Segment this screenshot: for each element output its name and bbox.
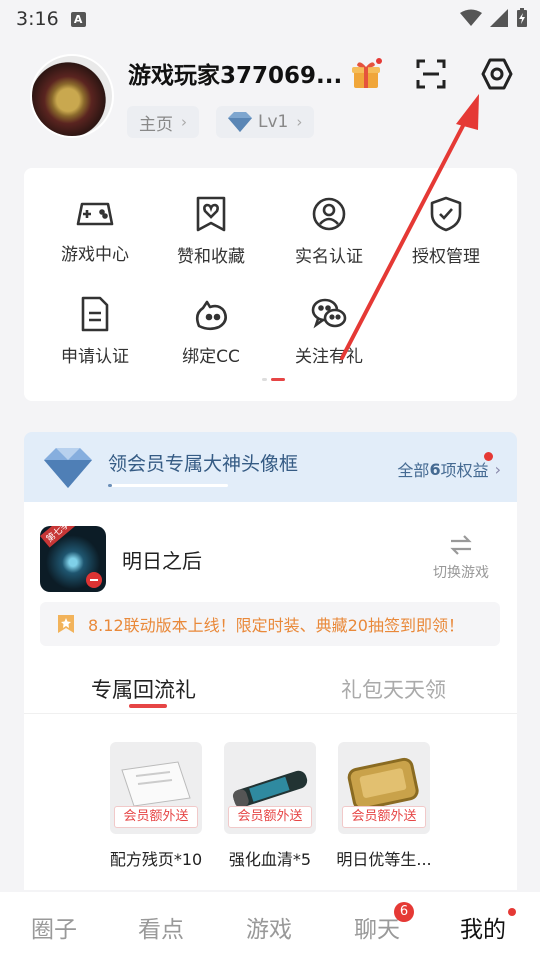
service-label: 赞和收藏	[177, 247, 245, 267]
vip-banner[interactable]: 领会员专属大神头像框 全部 6 项权益 ›	[24, 432, 517, 502]
battery-icon	[517, 8, 527, 27]
status-time: 3:16	[16, 8, 59, 30]
game-notice-text: 8.12联动版本上线！限定时装、典藏20抽签到即领！	[88, 616, 464, 635]
swap-icon	[450, 535, 472, 555]
notification-dot	[484, 452, 493, 461]
game-icon[interactable]: 第七季	[40, 526, 106, 592]
gift-tag: 会员额外送	[228, 806, 312, 828]
nav-chat[interactable]: 聊天	[354, 910, 400, 944]
diamond-icon	[228, 112, 252, 132]
service-label: 关注有礼	[295, 347, 363, 367]
services-card: 游戏中心 赞和收藏 实名认证 授权管理 申请认证 绑定CC 关注有礼	[24, 168, 517, 401]
service-real-name[interactable]: 实名认证	[270, 196, 388, 267]
vip-progress	[108, 484, 228, 487]
settings-button[interactable]	[477, 54, 517, 94]
username[interactable]: 游戏玩家377069...	[128, 56, 342, 90]
gift-item[interactable]: 会员额外送 明日优等生...	[336, 742, 432, 870]
switch-game-label: 切换游戏	[433, 565, 489, 581]
gift-tabs: 专属回流礼 礼包天天领	[24, 668, 517, 714]
nav-me[interactable]: 我的	[460, 910, 506, 944]
status-icons	[460, 8, 528, 28]
settings-icon	[481, 58, 513, 90]
gift-image: 会员额外送	[338, 742, 430, 834]
document-icon	[81, 296, 109, 332]
game-notice[interactable]: 8.12联动版本上线！限定时装、典藏20抽签到即领！	[40, 602, 500, 646]
vip-progress-fill	[108, 484, 112, 487]
gift-image: 会员额外送	[224, 742, 316, 834]
wifi-icon	[460, 9, 482, 26]
service-label: 申请认证	[61, 347, 129, 367]
shield-check-icon	[430, 196, 462, 232]
user-circle-icon	[312, 197, 346, 231]
service-likes-favorites[interactable]: 赞和收藏	[152, 196, 270, 267]
service-follow-gift[interactable]: 关注有礼	[270, 296, 388, 367]
gift-tag: 会员额外送	[114, 806, 198, 828]
scan-icon	[416, 59, 446, 89]
gift-tag: 会员额外送	[342, 806, 426, 828]
status-indicator: A	[70, 11, 86, 27]
gift-name: 明日优等生...	[336, 850, 432, 869]
avatar[interactable]	[30, 54, 114, 138]
signal-icon	[490, 9, 508, 27]
page-indicator	[262, 378, 285, 381]
netease-logo-icon	[86, 572, 102, 588]
service-bind-cc[interactable]: 绑定CC	[152, 296, 270, 367]
gift-name: 强化血清*5	[228, 850, 312, 869]
scan-button[interactable]	[411, 54, 451, 94]
level-link[interactable]: Lv1 ›	[216, 106, 315, 138]
nav-highlights[interactable]: 看点	[138, 910, 184, 944]
gift-button[interactable]	[346, 54, 386, 94]
page-dot-active	[271, 378, 285, 381]
gamepad-icon	[76, 202, 114, 226]
bookmark-star-icon	[58, 615, 74, 633]
vip-diamond-icon	[44, 448, 92, 488]
nav-circle[interactable]: 圈子	[31, 910, 77, 944]
tab-return-gift[interactable]: 专属回流礼	[91, 674, 196, 704]
home-link[interactable]: 主页 ›	[127, 106, 199, 138]
gift-item[interactable]: 会员额外送 配方残页*10	[110, 742, 202, 870]
bottom-nav: 圈子 看点 游戏 聊天 6 我的	[0, 892, 540, 960]
wechat-icon	[311, 298, 347, 329]
game-season-badge: 第七季	[40, 526, 75, 548]
chevron-right-icon: ›	[494, 459, 501, 479]
tab-underline	[129, 704, 167, 708]
chevron-right-icon: ›	[181, 113, 187, 131]
gift-image: 会员额外送	[110, 742, 202, 834]
home-link-label: 主页	[139, 114, 173, 135]
gift-icon	[352, 58, 382, 88]
service-label: 游戏中心	[61, 245, 129, 265]
cc-icon	[195, 300, 227, 331]
gift-name: 配方残页*10	[109, 850, 203, 869]
vip-link-count: 6	[429, 459, 441, 479]
game-name: 明日之后	[122, 549, 202, 573]
switch-game-button[interactable]: 切换游戏	[433, 534, 489, 582]
chat-unread-badge: 6	[394, 902, 414, 922]
page-dot	[262, 378, 267, 381]
service-apply-cert[interactable]: 申请认证	[36, 296, 154, 367]
game-card: 第七季 明日之后 切换游戏 8.12联动版本上线！限定时装、典藏20抽签到即领！…	[24, 502, 517, 890]
vip-link-suffix: 项权益	[440, 461, 489, 480]
vip-all-benefits-link[interactable]: 全部 6 项权益 ›	[397, 457, 501, 481]
gift-item[interactable]: 会员额外送 强化血清*5	[224, 742, 316, 870]
service-game-center[interactable]: 游戏中心	[36, 196, 154, 265]
service-label: 实名认证	[295, 247, 363, 267]
vip-title: 领会员专属大神头像框	[108, 453, 299, 475]
service-authorization[interactable]: 授权管理	[387, 196, 505, 267]
vip-link-prefix: 全部	[397, 461, 430, 480]
nav-games[interactable]: 游戏	[246, 910, 292, 944]
chevron-right-icon: ›	[296, 113, 303, 131]
notification-dot	[508, 908, 516, 916]
bookmark-heart-icon	[196, 196, 226, 232]
profile-header: 游戏玩家377069... 主页 › Lv1 ›	[0, 48, 540, 148]
level-label: Lv1	[258, 112, 289, 132]
status-bar: 3:16 A	[0, 0, 540, 38]
service-label: 授权管理	[412, 247, 480, 267]
service-label: 绑定CC	[182, 347, 240, 367]
tab-daily-gift[interactable]: 礼包天天领	[341, 674, 446, 704]
